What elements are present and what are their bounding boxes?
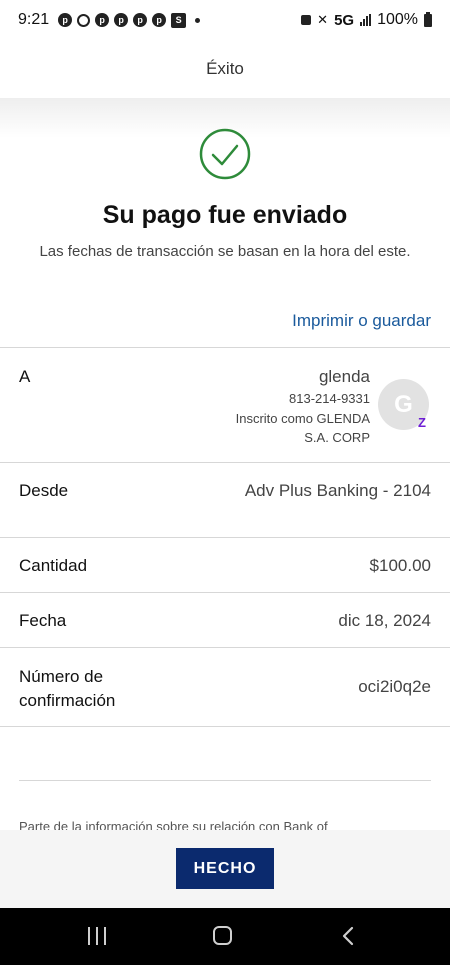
divider: [0, 726, 450, 727]
signal-icon: [360, 14, 372, 26]
divider: [0, 647, 450, 648]
recipient-phone: 813-214-9331: [289, 391, 370, 406]
from-label: Desde: [19, 481, 69, 500]
confirmation-label-line1: Número de: [19, 667, 104, 686]
recents-icon[interactable]: [88, 927, 106, 945]
recipient-name: glenda: [318, 367, 370, 386]
status-time: 9:21: [18, 11, 50, 28]
pinterest-notification-icon: p: [152, 13, 167, 27]
recipient-registered-as-line2: S.A. CORP: [304, 430, 370, 445]
confirmation-number: oci2i0q2e: [358, 677, 431, 696]
success-check-icon: [199, 128, 251, 180]
to-label: A: [19, 367, 31, 386]
back-icon[interactable]: [339, 926, 359, 946]
network-type: 5G: [334, 11, 355, 29]
mute-icon: ✕: [317, 12, 329, 27]
status-bar: 9:21 p p p p p S ✕ 5G 100%: [0, 0, 450, 40]
divider: [0, 347, 450, 348]
success-subtitle: Las fechas de transacción se basan en la…: [39, 243, 411, 260]
date-value: dic 18, 2024: [338, 611, 431, 630]
battery-level: 100%: [377, 11, 418, 28]
amount-label: Cantidad: [19, 556, 88, 575]
success-title: Su pago fue enviado: [102, 201, 348, 229]
page-header: Éxito: [0, 40, 450, 98]
amount-value: $100.00: [369, 556, 431, 575]
done-button[interactable]: HECHO: [176, 848, 274, 889]
zelle-icon: Z: [418, 414, 426, 430]
confirmation-label-line2: confirmación: [19, 691, 116, 710]
print-or-save-link[interactable]: Imprimir o guardar: [292, 311, 431, 331]
pinterest-notification-icon: p: [133, 13, 148, 27]
sync-notification-icon: [77, 13, 91, 27]
divider: [0, 537, 450, 538]
status-left: 9:21 p p p p p S: [18, 11, 201, 29]
pinterest-notification-icon: p: [58, 13, 73, 27]
recipient-registered-as: Inscrito como GLENDA: [235, 411, 370, 426]
pinterest-notification-icon: p: [114, 13, 129, 27]
lock-icon: [301, 15, 312, 25]
more-notifications-dot-icon: [195, 17, 201, 23]
status-right: ✕ 5G 100%: [301, 11, 432, 29]
battery-icon: [424, 11, 432, 27]
divider: [0, 462, 450, 463]
avatar-initial: G: [394, 390, 413, 418]
s-app-notification-icon: S: [171, 12, 187, 28]
divider: [19, 780, 431, 781]
divider: [0, 592, 450, 593]
from-account: Adv Plus Banking - 2104: [244, 481, 431, 500]
home-icon[interactable]: [213, 926, 232, 945]
disclaimer-text: Parte de la información sobre su relació…: [19, 819, 328, 830]
date-label: Fecha: [19, 611, 67, 630]
page-title: Éxito: [206, 59, 244, 78]
pinterest-notification-icon: p: [95, 13, 110, 27]
confirmation-label: Número de confirmación: [19, 665, 115, 713]
